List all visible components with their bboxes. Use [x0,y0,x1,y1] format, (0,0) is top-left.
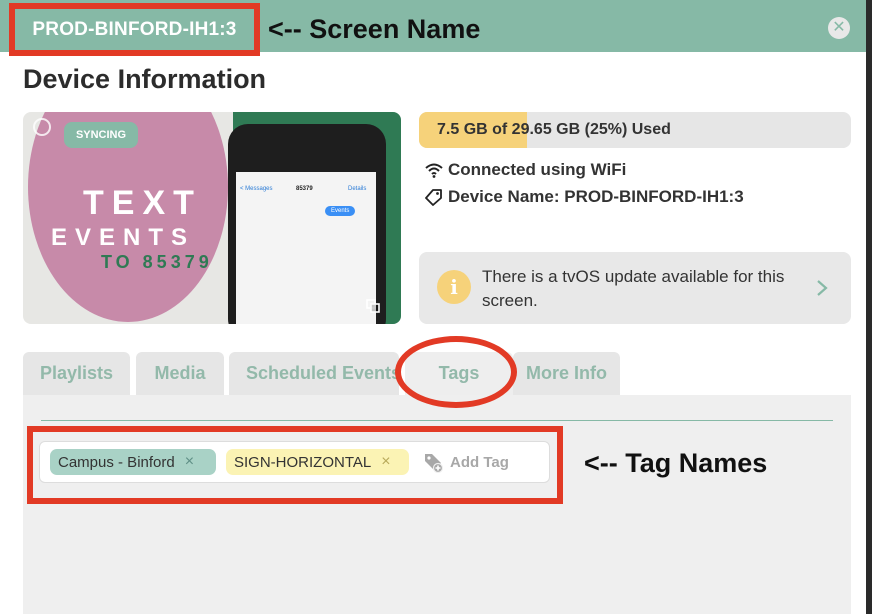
tag-names-highlight [27,426,563,504]
page-title: Device Information [23,64,267,94]
close-button[interactable]: ✕ [828,17,850,39]
storage-usage-bar: 7.5 GB of 29.65 GB (25%) Used [419,112,851,148]
tag-icon [425,189,442,206]
status-badge: SYNCING [64,122,138,148]
storage-usage-label: 7.5 GB of 29.65 GB (25%) Used [437,121,671,138]
screen-name-annotation: <-- Screen Name [268,14,481,44]
close-icon: ✕ [832,19,846,36]
preview-phone-back: < Messages [240,186,273,192]
preview-phone-number: 85379 [296,186,313,192]
tag-names-annotation: <-- Tag Names [584,448,768,478]
tab-media[interactable]: Media [136,352,224,395]
copy-icon[interactable] [366,299,380,313]
screen-name-highlight: PROD-BINFORD-IH1:3 [9,3,260,56]
connection-status-label: Connected using WiFi [448,160,627,179]
device-name-label: Device Name: PROD-BINFORD-IH1:3 [448,187,744,206]
tvos-update-notice[interactable]: i There is a tvOS update available for t… [419,252,851,324]
device-name: Device Name: PROD-BINFORD-IH1:3 [424,187,744,207]
wifi-icon [425,163,443,178]
preview-phone-bubble: Events [325,206,356,216]
preview-phone-details: Details [348,186,367,192]
preview-text-line3: TO 85379 [101,252,213,272]
window-edge [866,0,872,614]
tab-more-info[interactable]: More Info [513,352,620,395]
preview-phone-header: < Messages 85379 Details [236,182,376,198]
preview-logo [33,118,51,136]
chevron-right-icon [817,280,828,296]
connection-status: Connected using WiFi [424,160,626,180]
tab-playlists[interactable]: Playlists [23,352,130,395]
preview-text-line2: EVENTS [51,224,196,251]
update-notice-text: There is a tvOS update available for thi… [482,267,785,310]
tags-tab-highlight [395,336,517,408]
preview-text-line1: TEXT [83,184,202,222]
tab-scheduled-events[interactable]: Scheduled Events [229,352,399,395]
info-icon: i [437,270,471,304]
screen-name: PROD-BINFORD-IH1:3 [32,18,237,40]
panel-divider [41,420,833,421]
